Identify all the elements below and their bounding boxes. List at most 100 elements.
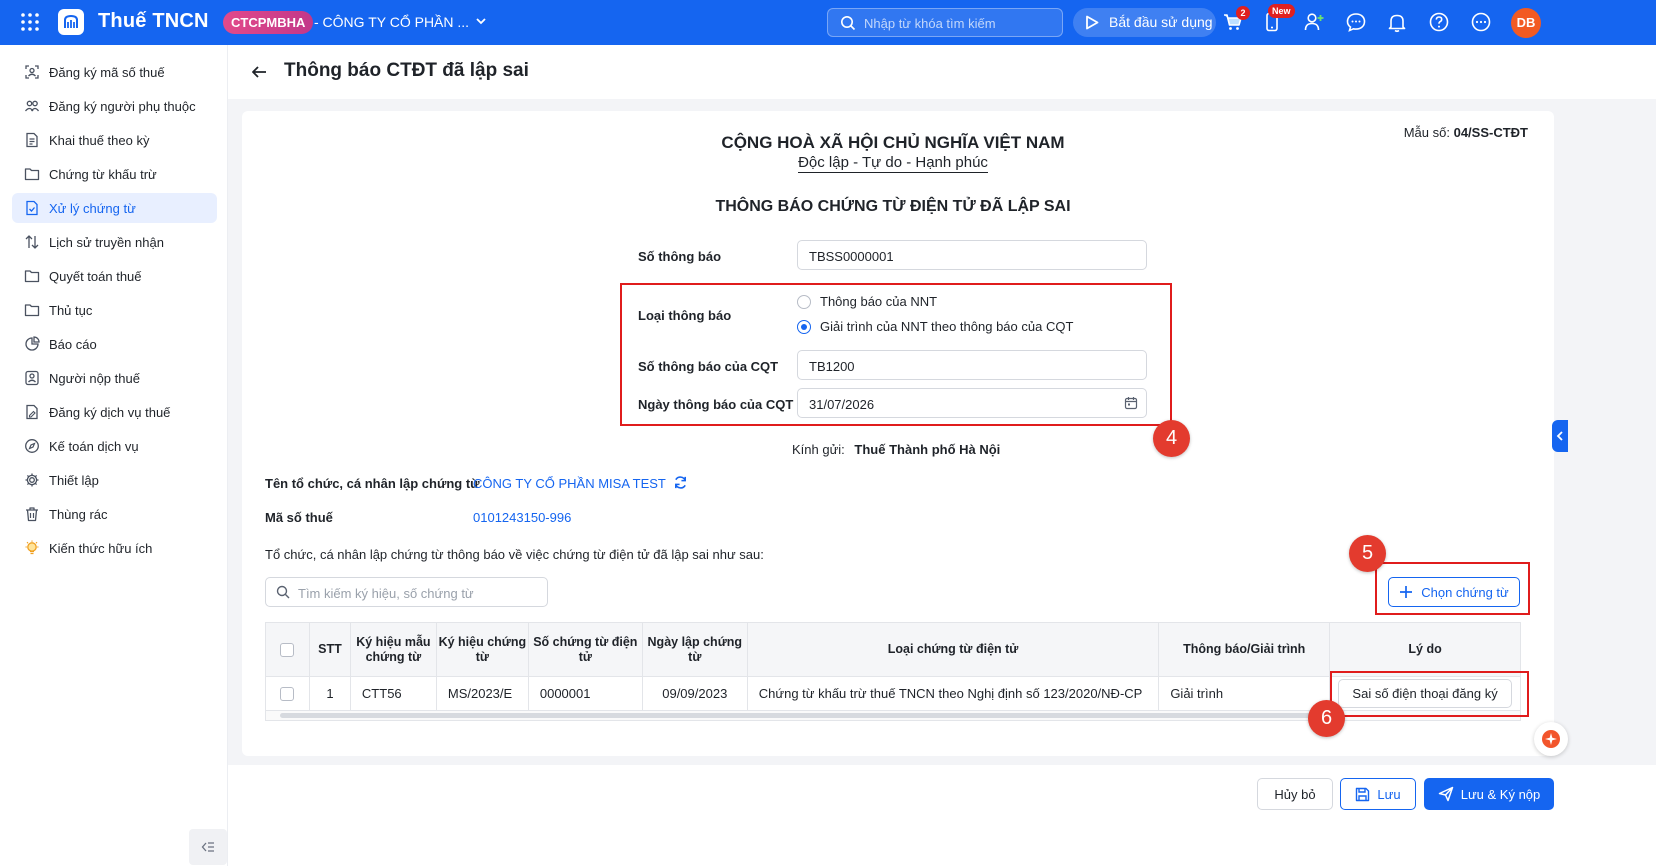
- save-button[interactable]: Lưu: [1340, 778, 1416, 810]
- document-check-icon: [26, 200, 38, 216]
- gear-icon: [25, 473, 39, 487]
- save-label: Lưu: [1377, 786, 1401, 802]
- recipient: Kính gửi: Thuế Thành phố Hà Nội: [792, 442, 1000, 457]
- sidebar-item-label: Đăng ký người phụ thuộc: [49, 98, 196, 114]
- select-all-checkbox[interactable]: [280, 642, 295, 657]
- cancel-button[interactable]: Hủy bỏ: [1257, 778, 1333, 810]
- sidebar-item[interactable]: Đăng ký người phụ thuộc: [12, 91, 217, 121]
- help-icon[interactable]: [1428, 11, 1450, 33]
- sidebar-item[interactable]: Chứng từ khấu trừ: [12, 159, 217, 189]
- refresh-icon[interactable]: [673, 475, 688, 490]
- sidebar-item[interactable]: Đăng ký mã số thuế: [12, 57, 217, 87]
- sidebar-item[interactable]: Thủ tục: [12, 295, 217, 325]
- pie-chart-icon: [25, 336, 40, 351]
- global-search[interactable]: [827, 8, 1063, 37]
- side-panel-toggle[interactable]: [1552, 420, 1568, 452]
- bell-icon[interactable]: [1386, 11, 1408, 33]
- main-content: Thông báo CTĐT đã lập sai Mẫu số: 04/SS-…: [228, 45, 1656, 866]
- document-title: THÔNG BÁO CHỨNG TỪ ĐIỆN TỬ ĐÃ LẬP SAI: [715, 198, 1071, 215]
- tax-code-label: Mã số thuế: [265, 510, 333, 525]
- motto: Độc lập - Tự do - Hạnh phúc: [242, 154, 1544, 173]
- col-template-symbol: Ký hiệu mẫu chứng từ: [349, 622, 437, 677]
- transfer-icon: [25, 235, 39, 249]
- sidebar-item[interactable]: Người nộp thuế: [12, 363, 217, 393]
- more-icon[interactable]: [1470, 11, 1492, 33]
- sidebar-item-label: Khai thuế theo kỳ: [49, 132, 150, 148]
- sidebar-item-label: Thủ tục: [49, 302, 93, 318]
- col-reason: Lý do: [1329, 622, 1521, 677]
- person-card-icon: [25, 370, 39, 386]
- folder-icon: [24, 304, 40, 317]
- cell-symbol: MS/2023/E: [435, 676, 529, 711]
- sidebar-item-label: Đăng ký mã số thuế: [49, 64, 165, 80]
- sidebar-item-label: Lịch sử truyền nhận: [49, 234, 164, 250]
- company-badge[interactable]: CTCPMBHA: [223, 11, 314, 34]
- document-edit-icon: [26, 404, 38, 420]
- save-and-submit-label: Lưu & Ký nộp: [1460, 786, 1541, 802]
- lightbulb-icon: [25, 540, 39, 555]
- back-arrow-icon[interactable]: [250, 63, 268, 81]
- sidebar-item[interactable]: Khai thuế theo kỳ: [12, 125, 217, 155]
- sidebar-item-label: Kế toán dịch vụ: [49, 438, 139, 454]
- sidebar-item[interactable]: Báo cáo: [12, 329, 217, 359]
- trash-icon: [26, 507, 38, 522]
- sidebar-item[interactable]: Kế toán dịch vụ: [12, 431, 217, 461]
- sidebar-item[interactable]: Thùng rác: [12, 499, 217, 529]
- add-user-icon[interactable]: [1303, 11, 1325, 33]
- sidebar-item[interactable]: Xử lý chứng từ: [12, 193, 217, 223]
- cell-number: 0000001: [527, 676, 643, 711]
- sidebar-item-label: Chứng từ khấu trừ: [49, 166, 157, 182]
- new-badge: New: [1268, 4, 1295, 18]
- sidebar-item-label: Đăng ký dịch vụ thuế: [49, 404, 171, 420]
- notice-no-field[interactable]: [797, 240, 1147, 270]
- notice-no-input[interactable]: [809, 247, 1109, 265]
- sidebar-item-label: Quyết toán thuế: [49, 268, 142, 284]
- save-and-submit-button[interactable]: Lưu & Ký nộp: [1424, 778, 1554, 810]
- sidebar-item-label: Xử lý chứng từ: [49, 200, 136, 216]
- issuer-value[interactable]: CÔNG TY CỔ PHẦN MISA TEST: [473, 476, 666, 491]
- cell-date: 09/09/2023: [641, 676, 748, 711]
- floppy-disk-icon: [1356, 787, 1370, 801]
- intro-text: Tổ chức, cá nhân lập chứng từ thông báo …: [265, 547, 764, 562]
- sidebar-item[interactable]: Đăng ký dịch vụ thuế: [12, 397, 217, 427]
- app-grid-icon[interactable]: [20, 12, 40, 32]
- sidebar-collapse-button[interactable]: [189, 829, 227, 865]
- sidebar-item[interactable]: Lịch sử truyền nhận: [12, 227, 217, 257]
- scrollbar-thumb[interactable]: [280, 713, 1320, 718]
- col-type: Loại chứng từ điện tử: [746, 622, 1160, 677]
- row-checkbox[interactable]: [280, 687, 295, 702]
- sidebar-item-label: Người nộp thuế: [49, 370, 140, 386]
- nation-heading: CỘNG HOÀ XÃ HỘI CHỦ NGHĨA VIỆT NAM: [721, 133, 1065, 152]
- sidebar-item[interactable]: Quyết toán thuế: [12, 261, 217, 291]
- issuer-label: Tên tổ chức, cá nhân lập chứng từ: [265, 476, 480, 491]
- search-icon: [841, 16, 856, 31]
- form-card: Mẫu số: 04/SS-CTĐT CỘNG HOÀ XÃ HỘI CHỦ N…: [242, 111, 1554, 756]
- notice-no-label: Số thông báo: [638, 249, 722, 264]
- sidebar-item[interactable]: Kiến thức hữu ích: [12, 533, 217, 563]
- folder-icon: [24, 168, 40, 181]
- row-select-cell: [265, 676, 310, 711]
- sidebar-item[interactable]: Thiết lập: [12, 465, 217, 495]
- step-marker-5: 5: [1349, 535, 1386, 572]
- step-marker-6: 6: [1308, 700, 1345, 737]
- highlight-box-choose: [1375, 562, 1530, 615]
- chat-icon[interactable]: [1345, 11, 1367, 33]
- select-all-cell: [265, 622, 310, 677]
- document-search[interactable]: [265, 577, 548, 607]
- start-using-button[interactable]: Bắt đầu sử dụng: [1073, 8, 1216, 37]
- app-logo-icon: [58, 9, 84, 35]
- cart-count-badge: 2: [1236, 6, 1250, 20]
- avatar[interactable]: DB: [1511, 8, 1541, 38]
- recipient-label: Kính gửi:: [792, 442, 845, 457]
- chevron-down-icon[interactable]: [474, 14, 488, 28]
- collapse-icon: [201, 842, 214, 852]
- user-scan-icon: [25, 65, 39, 79]
- app-title: Thuế TNCN: [98, 10, 209, 32]
- search-input[interactable]: [864, 14, 1054, 32]
- document-search-input[interactable]: [298, 584, 538, 602]
- cell-stt: 1: [308, 676, 351, 711]
- tax-code-value: 0101243150-996: [473, 510, 572, 525]
- ai-assistant-button[interactable]: [1534, 722, 1568, 756]
- step-marker-4: 4: [1153, 420, 1190, 457]
- company-name[interactable]: - CÔNG TY CỔ PHẦN ...: [314, 14, 469, 30]
